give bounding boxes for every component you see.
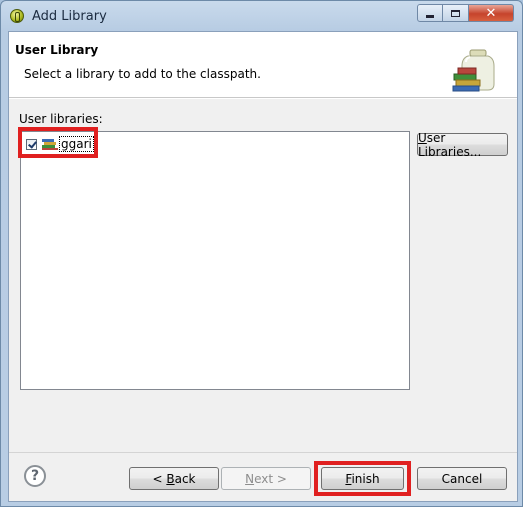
user-libraries-button[interactable]: User Libraries... [417, 130, 508, 159]
close-icon: ✕ [485, 5, 497, 21]
add-library-dialog: Add Library ✕ User Library Select a libr… [0, 0, 523, 507]
user-libraries-list[interactable]: ggari [20, 131, 410, 390]
user-libraries-label: User libraries: [19, 112, 103, 126]
window-title: Add Library [32, 9, 107, 24]
highlight-library-item [18, 127, 98, 158]
dialog-body: User Library Select a library to add to … [8, 31, 518, 502]
eclipse-icon [10, 9, 24, 23]
close-button[interactable]: ✕ [469, 4, 514, 22]
next-label: Next > [245, 471, 287, 486]
cancel-button[interactable]: Cancel [417, 467, 507, 490]
next-button[interactable]: Next > [221, 467, 311, 490]
banner-separator [9, 98, 517, 99]
page-description: Select a library to add to the classpath… [24, 67, 261, 81]
back-label: < Back [152, 471, 196, 486]
back-button[interactable]: < Back [129, 467, 219, 490]
wizard-banner: User Library Select a library to add to … [9, 32, 517, 98]
highlight-finish-button [314, 461, 411, 496]
library-jar-icon [452, 49, 495, 92]
footer-separator [9, 452, 517, 453]
user-libraries-label-text: User Libraries... [418, 130, 482, 159]
minimize-icon [426, 15, 434, 18]
page-title: User Library [15, 43, 99, 57]
title-bar[interactable]: Add Library ✕ [1, 1, 522, 31]
maximize-icon [451, 9, 460, 17]
maximize-button[interactable] [443, 4, 469, 22]
help-icon[interactable]: ? [24, 465, 46, 487]
minimize-button[interactable] [417, 4, 443, 22]
